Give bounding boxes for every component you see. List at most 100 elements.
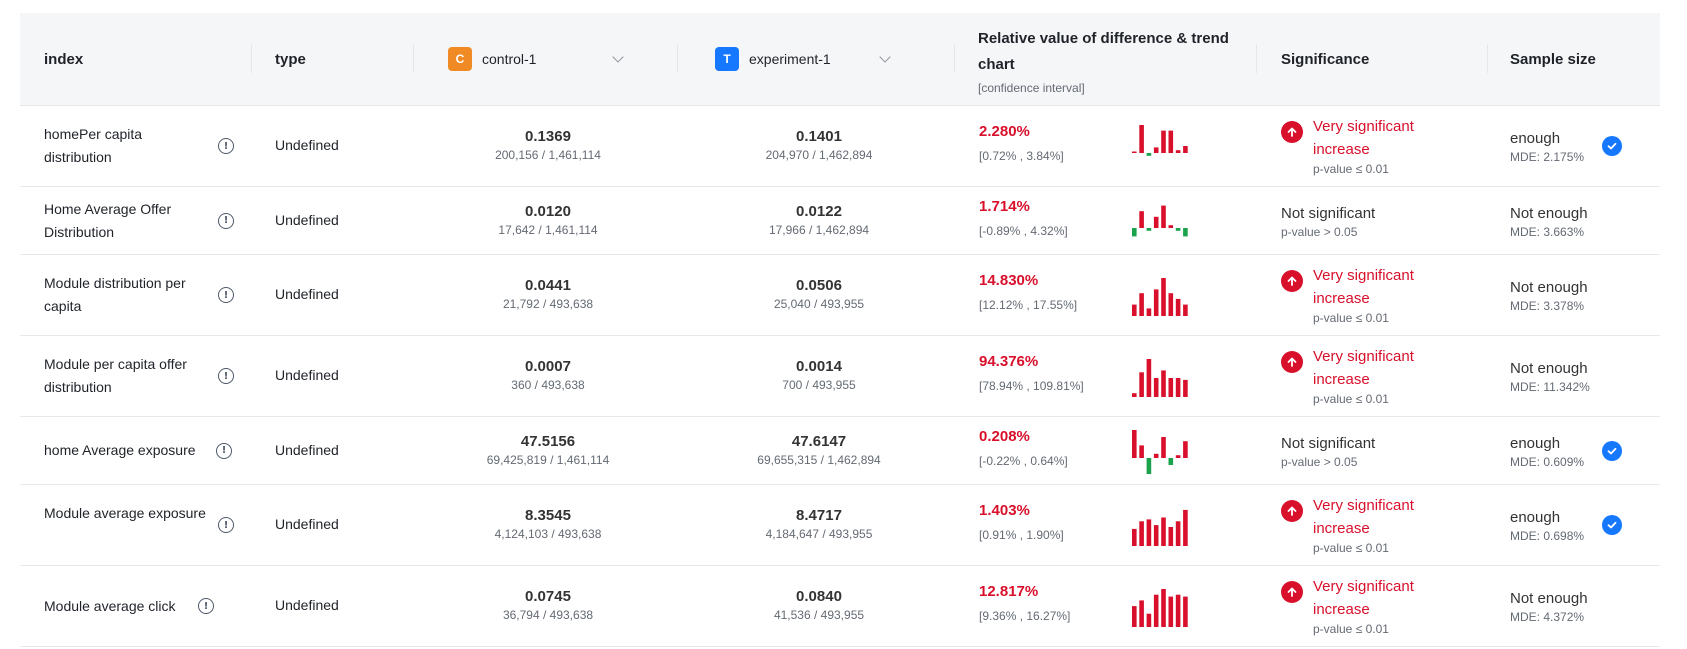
header-index-label: index bbox=[44, 50, 84, 68]
significance-head: Very significant increase p-value ≤ 0.01 bbox=[1281, 345, 1481, 407]
control-cell: 0.0441 21,792 / 493,638 bbox=[433, 276, 663, 312]
relative-cell: 2.280% [0.72% , 3.84%] bbox=[979, 121, 1064, 165]
experiment-value: 0.0014 bbox=[796, 358, 842, 375]
info-icon[interactable]: ! bbox=[198, 598, 214, 614]
info-icon[interactable]: ! bbox=[218, 368, 234, 384]
relative-cell: 12.817% [9.36% , 16.27%] bbox=[979, 581, 1070, 625]
info-icon[interactable]: ! bbox=[218, 138, 234, 154]
p-value: p-value > 0.05 bbox=[1281, 224, 1358, 239]
relative-pct: 1.403% bbox=[979, 502, 1030, 519]
header-type: type bbox=[275, 13, 306, 105]
experiment-cell: 8.4717 4,184,647 / 493,955 bbox=[704, 506, 934, 542]
control-value: 47.5156 bbox=[520, 432, 576, 450]
type-value: Undefined bbox=[275, 286, 339, 302]
trend-bar bbox=[1146, 308, 1152, 316]
trend-chart[interactable] bbox=[1130, 272, 1192, 318]
relative-pct: 94.376% bbox=[979, 353, 1039, 370]
experiment-cell: 0.1401 204,970 / 1,462,894 bbox=[704, 127, 934, 163]
trend-chart[interactable] bbox=[1130, 198, 1192, 244]
sample-status: Not enough bbox=[1510, 360, 1588, 377]
significance-text: Very significant increase bbox=[1313, 118, 1414, 158]
control-cell: 8.3545 4,124,103 / 493,638 bbox=[433, 506, 663, 542]
index-label: Module per capita offer distribution bbox=[44, 356, 187, 395]
experiment-group-name: experiment-1 bbox=[749, 51, 831, 67]
trend-bar bbox=[1153, 453, 1159, 458]
type-value: Undefined bbox=[275, 137, 339, 153]
relative-cell: 1.714% [-0.89% , 4.32%] bbox=[979, 196, 1068, 240]
trend-bar bbox=[1132, 304, 1137, 316]
info-icon[interactable]: ! bbox=[218, 212, 234, 229]
control-value: 0.1369 bbox=[525, 128, 571, 145]
sample-size-cell: enough MDE: 2.175% bbox=[1510, 129, 1670, 165]
header-index: index bbox=[44, 13, 83, 105]
trend-bar bbox=[1146, 613, 1152, 627]
control-ratio: 36,794 / 493,638 bbox=[502, 608, 594, 622]
experiment-cell: 0.0014 700 / 493,955 bbox=[704, 357, 934, 393]
sample-status: enough bbox=[1510, 509, 1561, 526]
index-label: Module average click bbox=[44, 597, 176, 614]
type-value: Undefined bbox=[275, 516, 339, 532]
info-icon[interactable]: ! bbox=[218, 517, 234, 533]
info-icon[interactable]: ! bbox=[218, 287, 234, 303]
sample-size-cell: enough MDE: 0.698% bbox=[1510, 508, 1670, 544]
type-value: Undefined bbox=[275, 441, 339, 458]
trend-bar bbox=[1161, 517, 1166, 546]
significance-cell: Very significant increase p-value ≤ 0.01 bbox=[1281, 494, 1481, 556]
relative-pct: 1.714% bbox=[979, 197, 1030, 215]
trend-bar bbox=[1161, 278, 1166, 316]
table-row: homePer capita distribution! Undefined 0.1… bbox=[20, 106, 1660, 187]
table-row: Home Average Offer Distribution! Undefine… bbox=[20, 187, 1660, 255]
control-ratio: 17,642 / 1,461,114 bbox=[498, 222, 598, 237]
significance-cell: Not significant p-value > 0.05 bbox=[1281, 434, 1481, 470]
arrow-up-icon bbox=[1281, 351, 1303, 373]
relative-cell: 14.830% [12.12% , 17.55%] bbox=[979, 270, 1077, 314]
info-icon[interactable]: ! bbox=[216, 442, 232, 459]
trend-bar bbox=[1146, 359, 1152, 397]
trend-bar bbox=[1175, 150, 1181, 153]
significance-text-group: Very significant increase p-value ≤ 0.01 bbox=[1313, 264, 1453, 326]
table-body: homePer capita distribution! Undefined 0.1… bbox=[20, 106, 1660, 647]
trend-bar bbox=[1132, 151, 1137, 153]
experiment-value: 8.4717 bbox=[796, 507, 842, 524]
trend-bar bbox=[1168, 457, 1174, 465]
mde-value: MDE: 3.663% bbox=[1510, 224, 1585, 239]
experiment-cell: 47.6147 69,655,315 / 1,462,894 bbox=[704, 432, 934, 468]
control-ratio: 69,425,819 / 1,461,114 bbox=[486, 452, 610, 467]
arrow-up-icon bbox=[1281, 500, 1303, 522]
significance-cell: Very significant increase p-value ≤ 0.01 bbox=[1281, 115, 1481, 177]
trend-chart[interactable] bbox=[1130, 428, 1192, 474]
significance-text-group: Very significant increase p-value ≤ 0.01 bbox=[1313, 115, 1453, 177]
control-value: 0.0007 bbox=[525, 358, 571, 375]
relative-pct: 0.208% bbox=[979, 427, 1030, 445]
header-relative: Relative value of difference & trend cha… bbox=[978, 26, 1258, 96]
trend-chart[interactable] bbox=[1130, 583, 1192, 629]
trend-bar bbox=[1168, 224, 1174, 228]
sample-status: Not enough bbox=[1510, 279, 1588, 296]
experiment-ratio: 17,966 / 1,462,894 bbox=[768, 222, 870, 237]
trend-chart[interactable] bbox=[1130, 502, 1192, 548]
experiment-value: 0.0840 bbox=[796, 588, 842, 605]
trend-chart[interactable] bbox=[1130, 353, 1192, 399]
control-cell: 0.0007 360 / 493,638 bbox=[433, 357, 663, 393]
trend-bar bbox=[1132, 227, 1137, 236]
significance-cell: Very significant increase p-value ≤ 0.01 bbox=[1281, 575, 1481, 637]
significance-text-group: Very significant increase p-value ≤ 0.01 bbox=[1313, 494, 1453, 556]
trend-bar bbox=[1153, 289, 1159, 316]
trend-bar bbox=[1146, 227, 1152, 231]
control-ratio: 360 / 493,638 bbox=[511, 378, 585, 392]
arrow-up-icon bbox=[1281, 581, 1303, 603]
trend-bar bbox=[1139, 521, 1144, 546]
significance-text: Very significant increase bbox=[1313, 497, 1414, 537]
trend-chart[interactable] bbox=[1130, 123, 1192, 169]
experiment-cell: 0.0840 41,536 / 493,955 bbox=[704, 587, 934, 623]
index-label: Module distribution per capita bbox=[44, 275, 186, 314]
header-relative-subtitle: [confidence interval] bbox=[978, 81, 1085, 95]
significance-text-group: Very significant increase p-value ≤ 0.01 bbox=[1313, 575, 1453, 637]
trend-bar bbox=[1146, 457, 1152, 474]
trend-bar bbox=[1183, 509, 1188, 546]
trend-bar bbox=[1168, 130, 1174, 153]
table-row: Module distribution per capita! Undefined… bbox=[20, 255, 1660, 336]
trend-bar bbox=[1146, 153, 1152, 156]
control-ratio: 4,124,103 / 493,638 bbox=[494, 527, 602, 541]
trend-bar bbox=[1132, 393, 1137, 397]
